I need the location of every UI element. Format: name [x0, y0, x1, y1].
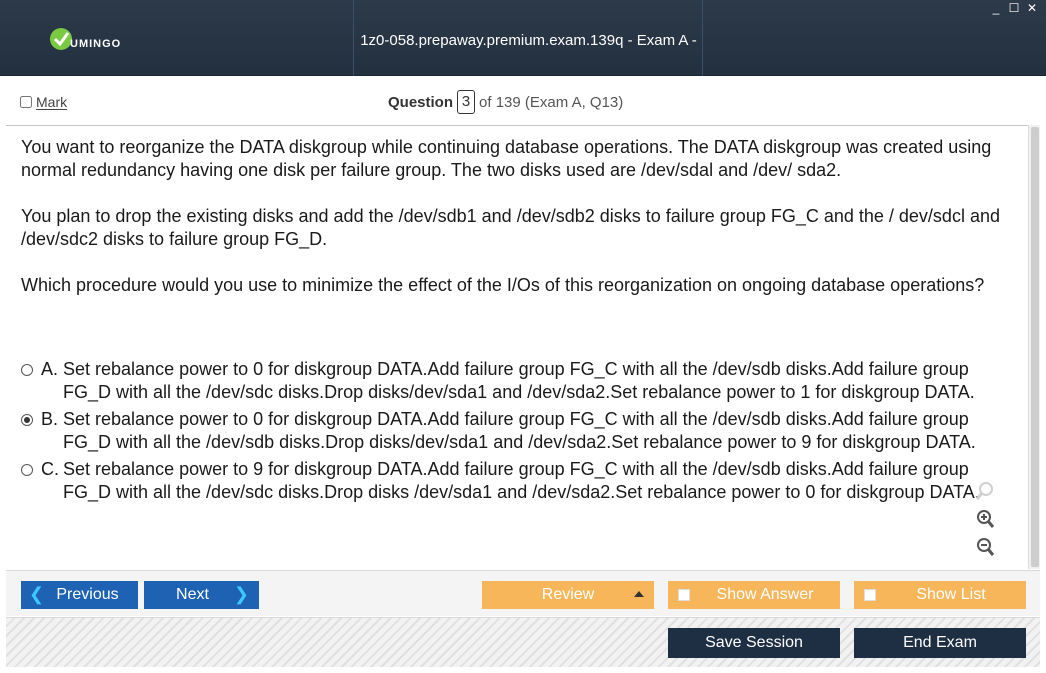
maximize-icon[interactable]: ☐ — [1008, 2, 1020, 14]
radio-option-b[interactable] — [21, 414, 33, 426]
zoom-tools — [972, 478, 1000, 560]
scrollbar-thumb[interactable] — [1031, 127, 1039, 567]
next-button[interactable]: Next ❯ — [144, 581, 259, 609]
content-scrollbar[interactable] — [1028, 125, 1040, 569]
caret-up-icon — [634, 591, 644, 597]
show-answer-label: Show Answer — [716, 586, 814, 603]
logo-text: UMINGO — [70, 38, 122, 50]
show-list-label: Show List — [916, 586, 986, 603]
option-b[interactable]: B. Set rebalance power to 0 for diskgrou… — [21, 408, 1021, 454]
question-paragraph: You plan to drop the existing disks and … — [21, 206, 1000, 249]
title-bar: UMINGO 1z0-058.prepaway.premium.exam.139… — [0, 0, 1046, 131]
answer-options: A. Set rebalance power to 0 for diskgrou… — [21, 358, 1021, 508]
zoom-in-icon[interactable] — [972, 506, 998, 532]
show-answer-button[interactable]: Show Answer — [668, 581, 840, 609]
option-c[interactable]: C. Set rebalance power to 9 for diskgrou… — [21, 458, 1021, 504]
close-icon[interactable]: ✕ — [1026, 2, 1038, 14]
question-total: of 139 (Exam A, Q13) — [479, 93, 624, 111]
navigation-bar: ❮ Previous Next ❯ Review Show Answer Sho… — [6, 570, 1040, 616]
option-text: Set rebalance power to 0 for diskgroup D… — [63, 409, 976, 452]
zoom-out-icon[interactable] — [972, 534, 998, 560]
window-controls: _ ☐ ✕ — [990, 2, 1038, 14]
review-button[interactable]: Review — [482, 581, 654, 609]
chevron-right-icon: ❯ — [233, 584, 249, 604]
chevron-left-icon: ❮ — [29, 584, 45, 604]
show-answer-checkbox[interactable] — [678, 589, 690, 601]
save-session-button[interactable]: Save Session — [668, 628, 840, 658]
question-paragraph: Which procedure would you use to minimiz… — [21, 275, 985, 295]
magnifier-icon[interactable] — [972, 478, 998, 504]
mark-checkbox-input[interactable] — [20, 96, 32, 108]
question-label: Question — [388, 93, 454, 111]
option-a[interactable]: A. Set rebalance power to 0 for diskgrou… — [21, 358, 1021, 404]
question-text: You want to reorganize the DATA diskgrou… — [21, 136, 1011, 320]
option-text: Set rebalance power to 9 for diskgroup D… — [63, 459, 980, 502]
question-content: You want to reorganize the DATA diskgrou… — [6, 125, 1028, 569]
minimize-icon[interactable]: _ — [990, 2, 1002, 14]
show-list-checkbox[interactable] — [864, 589, 876, 601]
window-title: 1z0-058.prepaway.premium.exam.139q - Exa… — [360, 32, 697, 131]
title-divider-left — [353, 0, 354, 76]
question-counter: Question 3 of 139 (Exam A, Q13) — [388, 90, 623, 114]
previous-label: Previous — [56, 586, 119, 603]
title-divider-right — [702, 0, 703, 76]
footer-bar: Save Session End Exam — [6, 617, 1040, 667]
option-letter: B. — [41, 409, 59, 429]
option-letter: C. — [41, 459, 59, 479]
mark-label: Mark — [36, 94, 68, 110]
radio-option-c[interactable] — [21, 464, 33, 476]
review-label: Review — [541, 586, 595, 603]
show-list-button[interactable]: Show List — [854, 581, 1026, 609]
option-text: Set rebalance power to 0 for diskgroup D… — [63, 359, 975, 402]
radio-option-a[interactable] — [21, 364, 33, 376]
end-exam-button[interactable]: End Exam — [854, 628, 1026, 658]
mark-checkbox[interactable]: Mark — [20, 94, 67, 110]
question-bar: Mark Question 3 of 139 (Exam A, Q13) — [6, 78, 1040, 124]
next-label: Next — [176, 586, 209, 603]
question-number-input[interactable]: 3 — [457, 90, 476, 114]
question-paragraph: You want to reorganize the DATA diskgrou… — [21, 137, 992, 180]
previous-button[interactable]: ❮ Previous — [21, 581, 138, 609]
option-letter: A. — [41, 359, 59, 379]
